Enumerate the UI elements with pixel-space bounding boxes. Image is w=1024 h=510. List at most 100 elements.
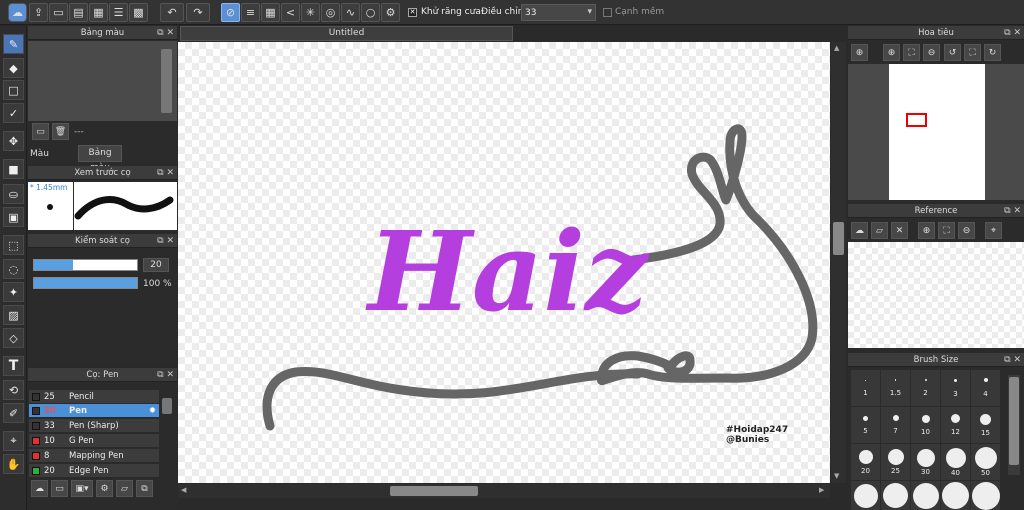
correction-select[interactable]: 33 ▾ [521, 4, 596, 21]
brush-size-cell[interactable] [881, 481, 910, 510]
fit-icon[interactable]: ⛶ [938, 222, 955, 239]
brush-size-cell[interactable]: 40 [941, 444, 970, 480]
line-tool-icon[interactable]: ✓ [3, 103, 24, 123]
brush-size-cell[interactable]: 15 [971, 407, 1000, 443]
brush-item[interactable]: 10 G Pen [29, 434, 159, 448]
scroll-left-icon[interactable]: ◀ [181, 486, 186, 494]
brush-size-scrollbar[interactable] [1008, 375, 1020, 475]
reset-view-icon[interactable]: ⛶ [964, 44, 981, 61]
canvas-vertical-scrollbar[interactable]: ▲ ▼ [831, 42, 846, 483]
antialias-checkbox[interactable]: ✕ [408, 8, 417, 17]
move-tool-icon[interactable]: ✥ [3, 131, 24, 151]
brush-size-cell[interactable]: 25 [881, 444, 910, 480]
rotate-left-icon[interactable]: ↺ [944, 44, 961, 61]
grid-icon[interactable]: ▩ [129, 3, 148, 22]
navigator-view[interactable] [848, 64, 1024, 200]
brush-size-cell[interactable]: 10 [911, 407, 940, 443]
brush-size-cell[interactable]: 7 [881, 407, 910, 443]
brush-size-cell[interactable]: 30 [911, 444, 940, 480]
magic-wand-tool-icon[interactable]: ✦ [3, 282, 24, 302]
select-pen-tool-icon[interactable]: ▨ [3, 305, 24, 325]
rotate-right-icon[interactable]: ↻ [984, 44, 1001, 61]
document-tab[interactable]: Untitled [180, 26, 513, 41]
brush-size-cell[interactable]: 50 [971, 444, 1000, 480]
rectangle-tool-icon[interactable]: □ [3, 80, 24, 100]
snap-curve-icon[interactable]: ∿ [341, 3, 360, 22]
cloud-upload-icon[interactable]: ☁ [851, 222, 868, 239]
select-eraser-tool-icon[interactable]: ◇ [3, 328, 24, 348]
brush-item[interactable]: 20 Edge Pen [29, 464, 159, 478]
delete-palette-icon[interactable]: 🗑 [52, 123, 69, 140]
reference-view[interactable] [848, 242, 1024, 348]
text-tool-icon[interactable]: T [3, 356, 24, 376]
panel-controls[interactable]: ⧉ ✕ [157, 368, 174, 382]
pen-tool-icon[interactable]: ✐ [3, 403, 24, 423]
edge-checkbox[interactable] [603, 8, 612, 17]
zoom-in-icon[interactable]: ⊕ [883, 44, 900, 61]
add-brush-icon[interactable]: ▣▾ [71, 480, 93, 497]
new-brush-icon[interactable]: ▭ [51, 480, 68, 497]
brush-size-cell[interactable]: 2 [911, 370, 940, 406]
snap-radial-icon[interactable]: ✳ [301, 3, 320, 22]
brush-size-cell[interactable]: 3 [941, 370, 970, 406]
scroll-thumb[interactable] [1009, 377, 1019, 465]
panel-controls[interactable]: ⧉ ✕ [157, 166, 174, 180]
brush-item[interactable]: 20 Pen ✹ [29, 404, 159, 418]
close-icon[interactable]: ✕ [891, 222, 908, 239]
panel-controls[interactable]: ⧉ ✕ [1004, 26, 1021, 40]
snap-off-icon[interactable]: ⊘ [221, 3, 240, 22]
panel-controls[interactable]: ⧉ ✕ [1004, 353, 1021, 367]
scroll-down-icon[interactable]: ▼ [834, 472, 839, 480]
size-slider[interactable] [33, 259, 138, 271]
bucket-tool-icon[interactable]: ⛀ [3, 184, 24, 204]
scroll-thumb[interactable] [833, 222, 844, 255]
brush-item[interactable]: 33 Pen (Sharp) [29, 419, 159, 433]
zoom-in-icon[interactable]: ⊕ [851, 44, 868, 61]
eraser-tool-icon[interactable]: ◆ [3, 58, 24, 78]
brush-item[interactable]: 25 Pencil [29, 390, 159, 404]
brush-size-cell[interactable] [911, 481, 940, 510]
brush-item[interactable]: 8 Mapping Pen [29, 449, 159, 463]
eyedropper-icon[interactable]: ⌖ [985, 222, 1002, 239]
brush-list-scrollbar[interactable] [162, 398, 172, 414]
app-menu-icon[interactable]: ☁ [8, 3, 27, 22]
brush-tool-icon[interactable]: ✎ [3, 34, 24, 54]
gear-icon[interactable]: ✹ [149, 404, 156, 418]
panel-tool-icon[interactable]: ⟲ [3, 380, 24, 400]
document-icon[interactable]: ▦ [89, 3, 108, 22]
scroll-up-icon[interactable]: ▲ [834, 44, 839, 52]
brush-folder-icon[interactable]: ▱ [116, 480, 133, 497]
panel-controls[interactable]: ⧉ ✕ [157, 234, 174, 248]
page-icon[interactable]: ▤ [69, 3, 88, 22]
export-icon[interactable]: ⇪ [29, 3, 48, 22]
open-folder-icon[interactable]: ▱ [871, 222, 888, 239]
zoom-out-icon[interactable]: ⊖ [923, 44, 940, 61]
brush-size-cell[interactable] [941, 481, 970, 510]
opacity-slider[interactable] [33, 277, 138, 289]
undo-icon[interactable]: ↶ [160, 3, 184, 22]
brush-size-cell[interactable] [851, 481, 880, 510]
palette-scrollbar[interactable] [161, 49, 172, 113]
comment-icon[interactable]: ▭ [49, 3, 68, 22]
brush-settings-icon[interactable]: ⚙ [96, 480, 113, 497]
list-icon[interactable]: ☰ [109, 3, 128, 22]
snap-parallel-icon[interactable]: ≡ [241, 3, 260, 22]
snap-perspective-icon[interactable]: < [281, 3, 300, 22]
tab-palette[interactable]: Bảng màu [78, 145, 122, 173]
cloud-brush-icon[interactable]: ☁ [31, 480, 48, 497]
panel-controls[interactable]: ⧉ ✕ [157, 26, 174, 40]
canvas-viewport[interactable]: Haiz #Hoidap247 @Bunies [178, 42, 830, 483]
fill-shape-tool-icon[interactable]: ■ [3, 159, 24, 179]
select-tool-icon[interactable]: ⬚ [3, 235, 24, 255]
canvas-horizontal-scrollbar[interactable]: ◀ ▶ [178, 484, 830, 498]
snap-grid-icon[interactable]: ▦ [261, 3, 280, 22]
brush-size-cell[interactable]: 12 [941, 407, 970, 443]
gradient-tool-icon[interactable]: ▣ [3, 207, 24, 227]
duplicate-brush-icon[interactable]: ⧉ [136, 480, 153, 497]
brush-size-cell[interactable]: 1.5 [881, 370, 910, 406]
fit-icon[interactable]: ⛶ [903, 44, 920, 61]
panel-controls[interactable]: ⧉ ✕ [1004, 204, 1021, 218]
tab-color[interactable]: Màu [30, 149, 49, 159]
scroll-right-icon[interactable]: ▶ [819, 486, 824, 494]
brush-size-cell[interactable] [971, 481, 1000, 510]
